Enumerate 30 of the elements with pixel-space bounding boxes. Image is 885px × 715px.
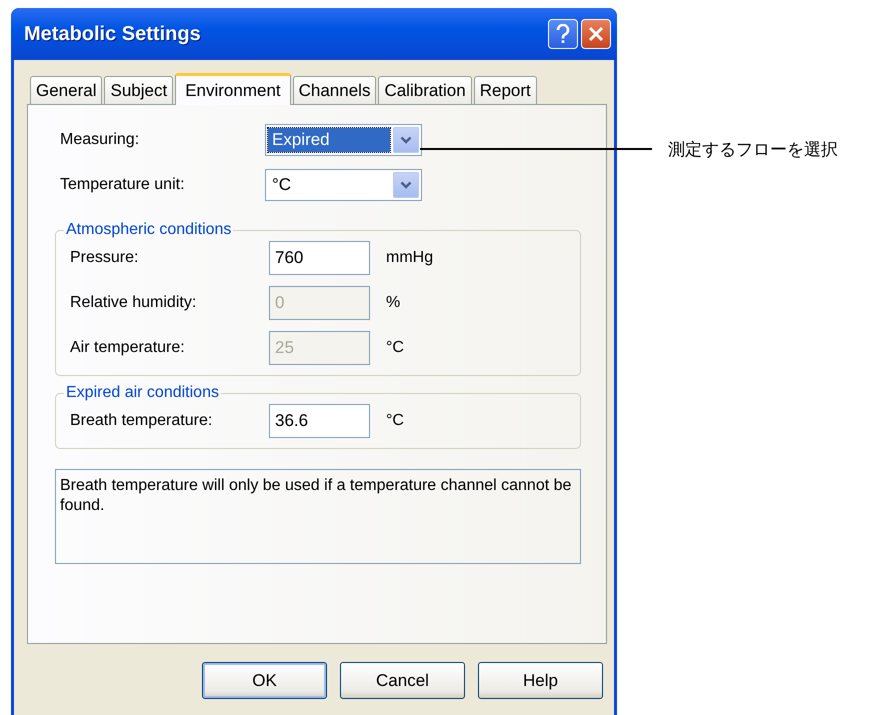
help-icon[interactable]: [548, 19, 578, 49]
field-label: Breath temperature:: [70, 412, 214, 430]
group-title: Expired air conditions: [65, 384, 220, 402]
dialog-button[interactable]: Help: [478, 662, 603, 699]
close-icon[interactable]: [581, 19, 611, 49]
input-field[interactable]: 760: [269, 241, 370, 275]
dropdown[interactable]: °C: [265, 169, 422, 201]
tab[interactable]: Environment: [175, 73, 291, 105]
unit-label: mmHg: [386, 249, 434, 267]
dialog-button[interactable]: Cancel: [340, 662, 465, 699]
dropdown[interactable]: Expired: [265, 124, 422, 156]
field-label: Pressure:: [70, 249, 140, 267]
window-title: Metabolic Settings: [24, 22, 202, 46]
field-label: Temperature unit:: [60, 176, 186, 194]
unit-label: °C: [386, 339, 405, 357]
info-text: Breath temperature will only be used if a temperature channel cannot be found.: [55, 469, 581, 564]
field-label: Air temperature:: [70, 339, 186, 357]
field-label: Relative humidity:: [70, 294, 198, 312]
input-field[interactable]: 36.6: [269, 404, 370, 438]
group-title: Atmospheric conditions: [65, 221, 232, 239]
tab[interactable]: Report: [474, 76, 537, 104]
tab[interactable]: Calibration: [378, 76, 472, 104]
dialog-button[interactable]: OK: [202, 662, 327, 699]
tab[interactable]: General: [30, 76, 102, 104]
unit-label: °C: [386, 412, 405, 430]
annotation-text: 測定するフローを選択: [668, 138, 838, 160]
tab[interactable]: Subject: [104, 76, 174, 104]
unit-label: %: [386, 294, 402, 312]
field-label: Measuring:: [60, 131, 140, 149]
tab[interactable]: Channels: [292, 76, 376, 104]
